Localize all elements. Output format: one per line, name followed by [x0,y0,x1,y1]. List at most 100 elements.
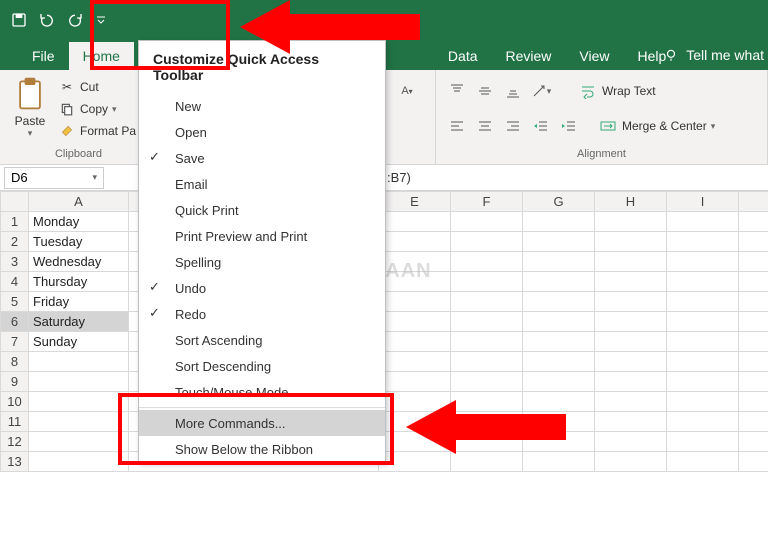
cell[interactable] [523,312,595,332]
cell[interactable] [523,212,595,232]
menu-item-new[interactable]: New [139,93,385,119]
cut-button[interactable]: ✂Cut [58,76,136,98]
cell[interactable] [379,312,451,332]
row-header[interactable]: 4 [1,272,29,292]
cell[interactable] [667,432,739,452]
cell[interactable] [595,452,667,472]
cell[interactable] [595,212,667,232]
menu-item-touch-mouse-mode[interactable]: Touch/Mouse Mode [139,379,385,405]
cell[interactable] [379,392,451,412]
cell[interactable] [29,352,129,372]
paste-button[interactable]: Paste ▾ [8,74,52,142]
menu-item-quick-print[interactable]: Quick Print [139,197,385,223]
cell[interactable] [667,372,739,392]
menu-more-commands[interactable]: More Commands... [139,410,385,436]
col-header[interactable]: A [29,192,129,212]
cell[interactable] [379,412,451,432]
menu-item-open[interactable]: Open [139,119,385,145]
row-header[interactable]: 9 [1,372,29,392]
cell[interactable] [379,292,451,312]
row-header[interactable]: 8 [1,352,29,372]
cell[interactable] [523,332,595,352]
cell[interactable] [739,272,768,292]
merge-center-button[interactable]: Merge & Center▾ [598,114,715,138]
cell[interactable] [595,312,667,332]
row-header[interactable]: 10 [1,392,29,412]
increase-indent-button[interactable] [558,115,580,137]
menu-item-sort-ascending[interactable]: Sort Ascending [139,327,385,353]
row-header[interactable]: 13 [1,452,29,472]
cell[interactable]: Thursday [29,272,129,292]
cell[interactable] [667,212,739,232]
row-header[interactable]: 7 [1,332,29,352]
cell[interactable] [451,412,523,432]
col-header[interactable]: H [595,192,667,212]
cell[interactable] [451,252,523,272]
cell[interactable] [739,432,768,452]
align-middle-button[interactable] [474,80,496,102]
cell[interactable] [523,412,595,432]
cell[interactable] [451,432,523,452]
cell[interactable] [739,212,768,232]
cell[interactable] [379,232,451,252]
cell[interactable] [379,272,451,292]
align-bottom-button[interactable] [502,80,524,102]
cell[interactable] [29,392,129,412]
menu-item-spelling[interactable]: Spelling [139,249,385,275]
undo-icon[interactable] [36,9,58,31]
menu-item-print-preview-and-print[interactable]: Print Preview and Print [139,223,385,249]
chevron-down-icon[interactable]: ▾ [28,128,33,139]
menu-item-redo[interactable]: ✓Redo [139,301,385,327]
cell[interactable] [667,352,739,372]
select-all-corner[interactable] [1,192,29,212]
cell[interactable] [523,372,595,392]
cell[interactable] [29,372,129,392]
qat-customize-dropdown[interactable] [92,6,110,34]
cell[interactable]: Monday [29,212,129,232]
cell[interactable] [379,212,451,232]
cell[interactable] [595,232,667,252]
cell[interactable]: Saturday [29,312,129,332]
tab-file[interactable]: File [18,42,69,70]
cell[interactable] [451,312,523,332]
cell[interactable] [451,272,523,292]
chevron-down-icon[interactable]: ▾ [92,172,97,183]
cell[interactable]: Friday [29,292,129,312]
orientation-button[interactable]: ▾ [530,80,552,102]
cell[interactable] [667,232,739,252]
menu-show-below-ribbon[interactable]: Show Below the Ribbon [139,436,385,462]
tab-view[interactable]: View [565,42,623,70]
cell[interactable] [739,232,768,252]
cell[interactable] [523,452,595,472]
cell[interactable] [379,352,451,372]
cell[interactable] [29,412,129,432]
col-header[interactable]: I [667,192,739,212]
cell[interactable] [451,372,523,392]
cell[interactable] [523,392,595,412]
cell[interactable] [667,312,739,332]
row-header[interactable]: 1 [1,212,29,232]
cell[interactable] [667,392,739,412]
cell[interactable] [667,412,739,432]
cell[interactable]: Tuesday [29,232,129,252]
autosave-icon[interactable] [8,9,30,31]
cell[interactable] [523,252,595,272]
menu-item-save[interactable]: ✓Save [139,145,385,171]
cell[interactable] [667,452,739,472]
cell[interactable] [379,332,451,352]
copy-button[interactable]: Copy▾ [58,98,136,120]
row-header[interactable]: 3 [1,252,29,272]
cell[interactable] [739,412,768,432]
cell[interactable] [451,452,523,472]
cell[interactable] [739,392,768,412]
cell[interactable] [595,392,667,412]
tell-me[interactable]: Tell me what [662,40,764,70]
menu-item-undo[interactable]: ✓Undo [139,275,385,301]
cell[interactable] [739,352,768,372]
cell[interactable] [595,412,667,432]
menu-item-sort-descending[interactable]: Sort Descending [139,353,385,379]
cell[interactable] [379,252,451,272]
cell[interactable] [379,372,451,392]
cell[interactable] [739,292,768,312]
cell[interactable] [595,332,667,352]
